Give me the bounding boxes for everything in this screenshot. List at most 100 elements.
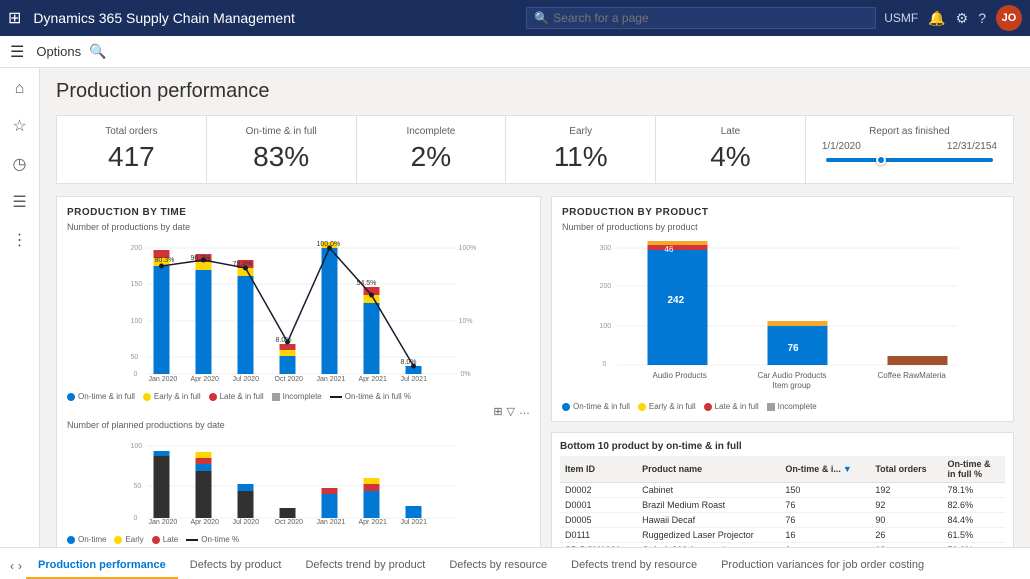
chart-left-subtitle: Number of productions by date	[67, 222, 530, 232]
svg-text:0%: 0%	[461, 371, 471, 378]
kpi-late-label: Late	[672, 126, 789, 137]
bottom-10-table: Item ID Product name On-time & i...▼ Tot…	[560, 456, 1005, 547]
tab-item[interactable]: Defects trend by product	[293, 553, 437, 579]
svg-text:100: 100	[131, 443, 143, 450]
bell-icon[interactable]: 🔔	[928, 10, 945, 27]
svg-text:Jul 2020: Jul 2020	[233, 519, 260, 526]
col-total[interactable]: Total orders	[870, 456, 942, 483]
tab-item[interactable]: Production variances for job order costi…	[709, 553, 936, 579]
svg-text:Oct 2020: Oct 2020	[275, 519, 304, 526]
tab-item[interactable]: Defects by product	[178, 553, 294, 579]
col-item-id[interactable]: Item ID	[560, 456, 637, 483]
tab-nav-next[interactable]: ›	[18, 559, 22, 579]
cell-on-time: 76	[780, 513, 870, 528]
cell-total: 90	[870, 513, 942, 528]
kpi-early-value: 11%	[522, 141, 639, 173]
kpi-late-value: 4%	[672, 141, 789, 173]
svg-text:Jan 2020: Jan 2020	[149, 376, 178, 383]
chart-right-legend: On-time & in full Early & in full Late &…	[562, 402, 1003, 411]
cell-product: Cabinet	[637, 483, 780, 498]
svg-text:Jul 2020: Jul 2020	[233, 376, 260, 383]
col-product[interactable]: Product name	[637, 456, 780, 483]
chart-left-title: PRODUCTION BY TIME	[67, 207, 530, 218]
svg-text:Item group: Item group	[773, 381, 812, 390]
cell-item-id: D0005	[560, 513, 637, 528]
col-on-time[interactable]: On-time & i...▼	[780, 456, 870, 483]
legend-r-incomplete: Incomplete	[767, 402, 817, 411]
grid-icon[interactable]: ⊞	[8, 8, 21, 28]
bottom-10-title: Bottom 10 product by on-time & in full	[560, 441, 1005, 452]
svg-text:Jul 2021: Jul 2021	[401, 376, 428, 383]
kpi-report-label: Report as finished	[822, 126, 997, 137]
legend-on-time: On-time & in full	[67, 392, 135, 401]
search-input[interactable]	[526, 7, 876, 29]
svg-text:Apr 2021: Apr 2021	[359, 519, 388, 526]
legend-late: Late & in full	[209, 392, 264, 401]
main-content: Production performance Total orders 417 …	[40, 68, 1030, 547]
tab-item[interactable]: Production performance	[26, 553, 178, 579]
filter-icon[interactable]: ▽	[507, 405, 515, 418]
table-row: D0001 Brazil Medium Roast 76 92 82.6%	[560, 498, 1005, 513]
tab-nav-prev[interactable]: ‹	[10, 559, 14, 579]
legend-r-early: Early & in full	[638, 402, 696, 411]
tab-item[interactable]: Defects trend by resource	[559, 553, 709, 579]
svg-text:Jan 2020: Jan 2020	[149, 519, 178, 526]
svg-text:100: 100	[131, 318, 143, 325]
tab-item[interactable]: Defects by resource	[437, 553, 559, 579]
hamburger-icon[interactable]: ☰	[10, 42, 24, 62]
svg-text:46: 46	[665, 245, 674, 254]
kpi-date-range: 1/1/2020 12/31/2154	[822, 141, 997, 152]
chart-left-subtitle2: Number of planned productions by date	[67, 420, 530, 430]
expand-icon[interactable]: ⊞	[493, 405, 502, 418]
cell-pct: 78.1%	[943, 483, 1005, 498]
svg-text:50: 50	[131, 354, 139, 361]
sidebar-recent[interactable]: ◷	[0, 146, 39, 182]
svg-text:Car Audio Products: Car Audio Products	[758, 371, 827, 380]
usmf-label: USMF	[884, 11, 918, 25]
svg-text:Apr 2020: Apr 2020	[191, 519, 220, 526]
cell-on-time: 16	[780, 528, 870, 543]
bottom-10-panel: Bottom 10 product by on-time & in full I…	[551, 432, 1014, 547]
production-by-product-panel: PRODUCTION BY PRODUCT Number of producti…	[551, 196, 1014, 422]
second-nav: ☰ Options 🔍	[0, 36, 1030, 68]
cell-item-id: D0001	[560, 498, 637, 513]
tabs-container: Production performanceDefects by product…	[26, 553, 936, 579]
kpi-on-time: On-time & in full 83%	[207, 116, 357, 183]
settings-icon[interactable]: ⚙	[956, 10, 969, 27]
search-wrap: 🔍	[526, 7, 876, 29]
kpi-late: Late 4%	[656, 116, 806, 183]
kpi-early: Early 11%	[506, 116, 656, 183]
chart-left-actions: ⊞ ▽ …	[67, 405, 530, 418]
nav-search-icon[interactable]: 🔍	[89, 43, 106, 60]
cell-pct: 82.6%	[943, 498, 1005, 513]
cell-total: 192	[870, 483, 942, 498]
kpi-on-time-label: On-time & in full	[223, 126, 340, 137]
svg-text:0: 0	[134, 515, 138, 522]
table-row: D0111 Ruggedized Laser Projector 16 26 6…	[560, 528, 1005, 543]
more-icon[interactable]: …	[519, 405, 530, 418]
legend-on-time-pct: On-time & in full %	[330, 392, 411, 401]
cell-product: Ruggedized Laser Projector	[637, 528, 780, 543]
col-pct[interactable]: On-time &in full %	[943, 456, 1005, 483]
table-row: D0005 Hawaii Decaf 76 90 84.4%	[560, 513, 1005, 528]
legend-r-late: Late & in full	[704, 402, 759, 411]
chart-right-subtitle: Number of productions by product	[562, 222, 1003, 232]
legend-early: Early & in full	[143, 392, 201, 401]
sidebar-favorites[interactable]: ☆	[0, 108, 39, 144]
legend-b-on-time: On-time	[67, 535, 106, 544]
production-by-time-panel: PRODUCTION BY TIME Number of productions…	[56, 196, 541, 547]
legend-b-early: Early	[114, 535, 143, 544]
sidebar: ⌂ ☆ ◷ ☰ ⋮	[0, 68, 40, 547]
kpi-early-label: Early	[522, 126, 639, 137]
date-slider[interactable]	[822, 158, 997, 162]
cell-product: Brazil Medium Roast	[637, 498, 780, 513]
svg-text:10%: 10%	[459, 318, 473, 325]
top-nav: ⊞ Dynamics 365 Supply Chain Management 🔍…	[0, 0, 1030, 36]
sidebar-more[interactable]: ⋮	[0, 222, 39, 258]
avatar[interactable]: JO	[996, 5, 1022, 31]
sidebar-workspaces[interactable]: ☰	[0, 184, 39, 220]
help-icon[interactable]: ?	[978, 10, 986, 26]
sidebar-home[interactable]: ⌂	[0, 72, 39, 106]
cell-pct: 61.5%	[943, 528, 1005, 543]
date-start: 1/1/2020	[822, 141, 861, 152]
